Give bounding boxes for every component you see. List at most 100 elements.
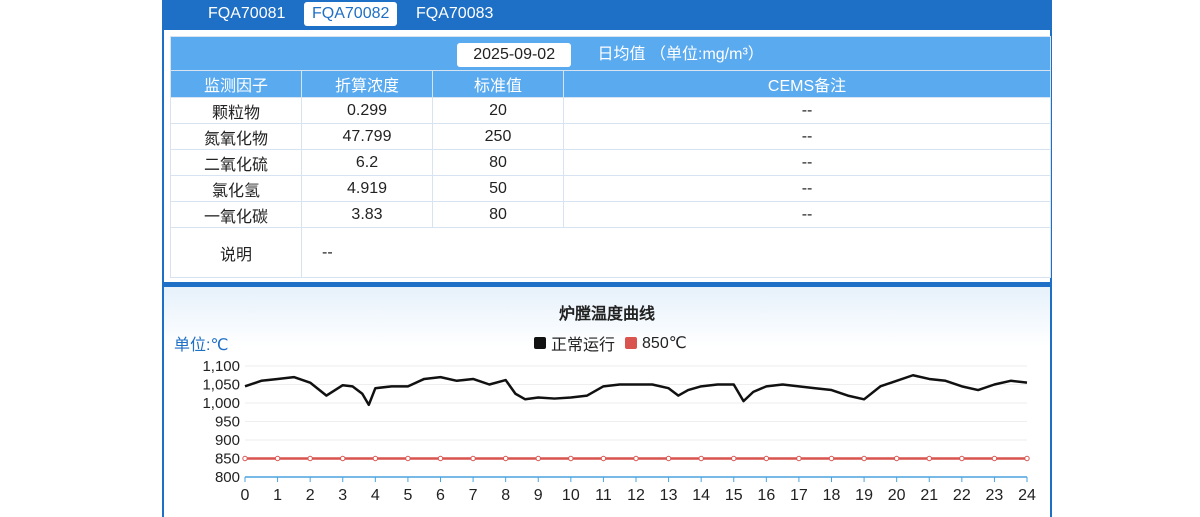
x-tick-label: 17: [790, 487, 808, 504]
threshold-point: [600, 455, 607, 462]
standard-cell: 250: [432, 123, 564, 150]
threshold-point: [763, 455, 770, 462]
threshold-point: [959, 455, 965, 462]
column-header-remark: CEMS备注: [562, 70, 1052, 98]
x-tick-label: 2: [306, 487, 315, 504]
standard-cell: 50: [432, 175, 564, 202]
value-cell: 6.2: [301, 149, 433, 176]
table-row: 氮氧化物 47.799 250 --: [170, 123, 1052, 150]
factor-cell: 氮氧化物: [170, 123, 302, 150]
x-tick-label: 8: [501, 487, 510, 504]
x-tick-label: 23: [986, 487, 1004, 504]
x-tick-label: 20: [888, 487, 906, 504]
threshold-point: [665, 455, 672, 462]
threshold-point: [698, 455, 704, 462]
table-row: 一氧化碳 3.83 80 --: [170, 201, 1052, 228]
factor-cell: 二氧化硫: [170, 149, 302, 176]
threshold-point: [796, 455, 802, 462]
value-cell: 4.919: [301, 175, 433, 202]
x-tick-label: 15: [725, 487, 743, 504]
x-tick-label: 13: [660, 487, 678, 504]
threshold-point: [828, 455, 835, 462]
chart-title: 炉膛温度曲线: [558, 306, 655, 323]
y-tick-label: 900: [215, 432, 240, 449]
column-header-standard: 标准值: [432, 70, 564, 98]
column-header-value: 折算浓度: [301, 70, 433, 98]
remark-cell: --: [562, 123, 1052, 150]
x-tick-label: 19: [855, 487, 873, 504]
tab-fqa70082[interactable]: FQA70082: [304, 2, 398, 26]
threshold-point: [274, 455, 281, 462]
temperature-chart: 8008509009501,0001,0501,1000 1 2 3 4 5 6 7 8 9 10 1…: [202, 358, 1036, 504]
remark-cell: --: [562, 149, 1052, 176]
threshold-point: [991, 455, 998, 462]
threshold-point: [372, 455, 379, 462]
x-tick-label: 24: [1018, 487, 1036, 504]
x-tick-label: 1: [273, 487, 282, 504]
standard-cell: 80: [432, 201, 564, 228]
threshold-point: [242, 455, 248, 462]
value-cell: 47.799: [301, 123, 433, 150]
x-tick-label: 16: [757, 487, 775, 504]
threshold-point: [861, 455, 867, 462]
column-header-factor: 监测因子: [170, 70, 302, 98]
threshold-point: [340, 455, 346, 462]
x-tick-label: 21: [920, 487, 938, 504]
threshold-point: [926, 455, 932, 462]
x-tick-label: 18: [823, 487, 841, 504]
legend-swatch-normal: [534, 337, 546, 349]
value-cell: 0.299: [301, 97, 433, 124]
y-tick-label: 800: [215, 469, 240, 486]
threshold-point: [437, 455, 444, 462]
station-panel: FQA70081 FQA70082 FQA70083 2025-09-02 日均…: [162, 0, 1052, 517]
x-tick-label: 12: [627, 487, 645, 504]
value-cell: 3.83: [301, 201, 433, 228]
threshold-point: [307, 455, 313, 462]
threshold-point: [535, 455, 541, 462]
tab-fqa70081[interactable]: FQA70081: [200, 2, 293, 26]
x-tick-label: 9: [534, 487, 543, 504]
threshold-point: [893, 455, 900, 462]
x-tick-label: 3: [338, 487, 347, 504]
factor-cell: 氯化氢: [170, 175, 302, 202]
legend-swatch-threshold: [625, 337, 638, 349]
x-tick-label: 10: [562, 487, 580, 504]
y-tick-label: 1,050: [202, 377, 240, 394]
x-tick-label: 5: [403, 487, 412, 504]
remark-cell: --: [562, 201, 1052, 228]
table-header: 2025-09-02 日均值 （单位:mg/m³）: [169, 36, 1052, 71]
x-tick-label: 4: [371, 487, 380, 504]
standard-cell: 20: [432, 97, 564, 124]
table-row: 颗粒物 0.299 20 --: [170, 97, 1052, 124]
factor-cell: 颗粒物: [170, 97, 302, 124]
threshold-point: [405, 455, 411, 462]
note-label: 说明: [170, 227, 302, 278]
tab-fqa70083[interactable]: FQA70083: [408, 2, 501, 26]
threshold-point: [470, 455, 476, 462]
date-picker[interactable]: 2025-09-02: [457, 42, 572, 67]
threshold-point: [633, 455, 639, 462]
table-row: 氯化氢 4.919 50 --: [170, 175, 1052, 202]
daily-average-table: 2025-09-02 日均值 （单位:mg/m³） 监测因子 折算浓度 标准值 …: [169, 36, 1052, 278]
threshold-point: [1024, 455, 1030, 462]
factor-cell: 一氧化碳: [170, 201, 302, 228]
y-tick-label: 1,100: [202, 358, 240, 375]
y-tick-label: 850: [215, 451, 240, 468]
note-value: --: [300, 227, 1052, 278]
x-tick-label: 22: [953, 487, 971, 504]
x-tick-label: 6: [436, 487, 445, 504]
note-row: 说明 --: [170, 227, 1052, 278]
y-tick-label: 950: [215, 414, 240, 431]
table-title: 日均值 （单位:mg/m³）: [597, 46, 764, 64]
x-tick-label: 14: [692, 487, 710, 504]
threshold-point: [568, 455, 574, 462]
threshold-point: [731, 455, 737, 462]
station-tabs: FQA70081 FQA70082 FQA70083: [164, 0, 1050, 30]
x-tick-label: 0: [241, 487, 250, 504]
x-tick-label: 11: [595, 487, 612, 504]
table-row: 二氧化硫 6.2 80 --: [170, 149, 1052, 176]
standard-cell: 80: [432, 149, 564, 176]
remark-cell: --: [562, 97, 1052, 124]
y-tick-label: 1,000: [202, 395, 240, 412]
remark-cell: --: [562, 175, 1052, 202]
